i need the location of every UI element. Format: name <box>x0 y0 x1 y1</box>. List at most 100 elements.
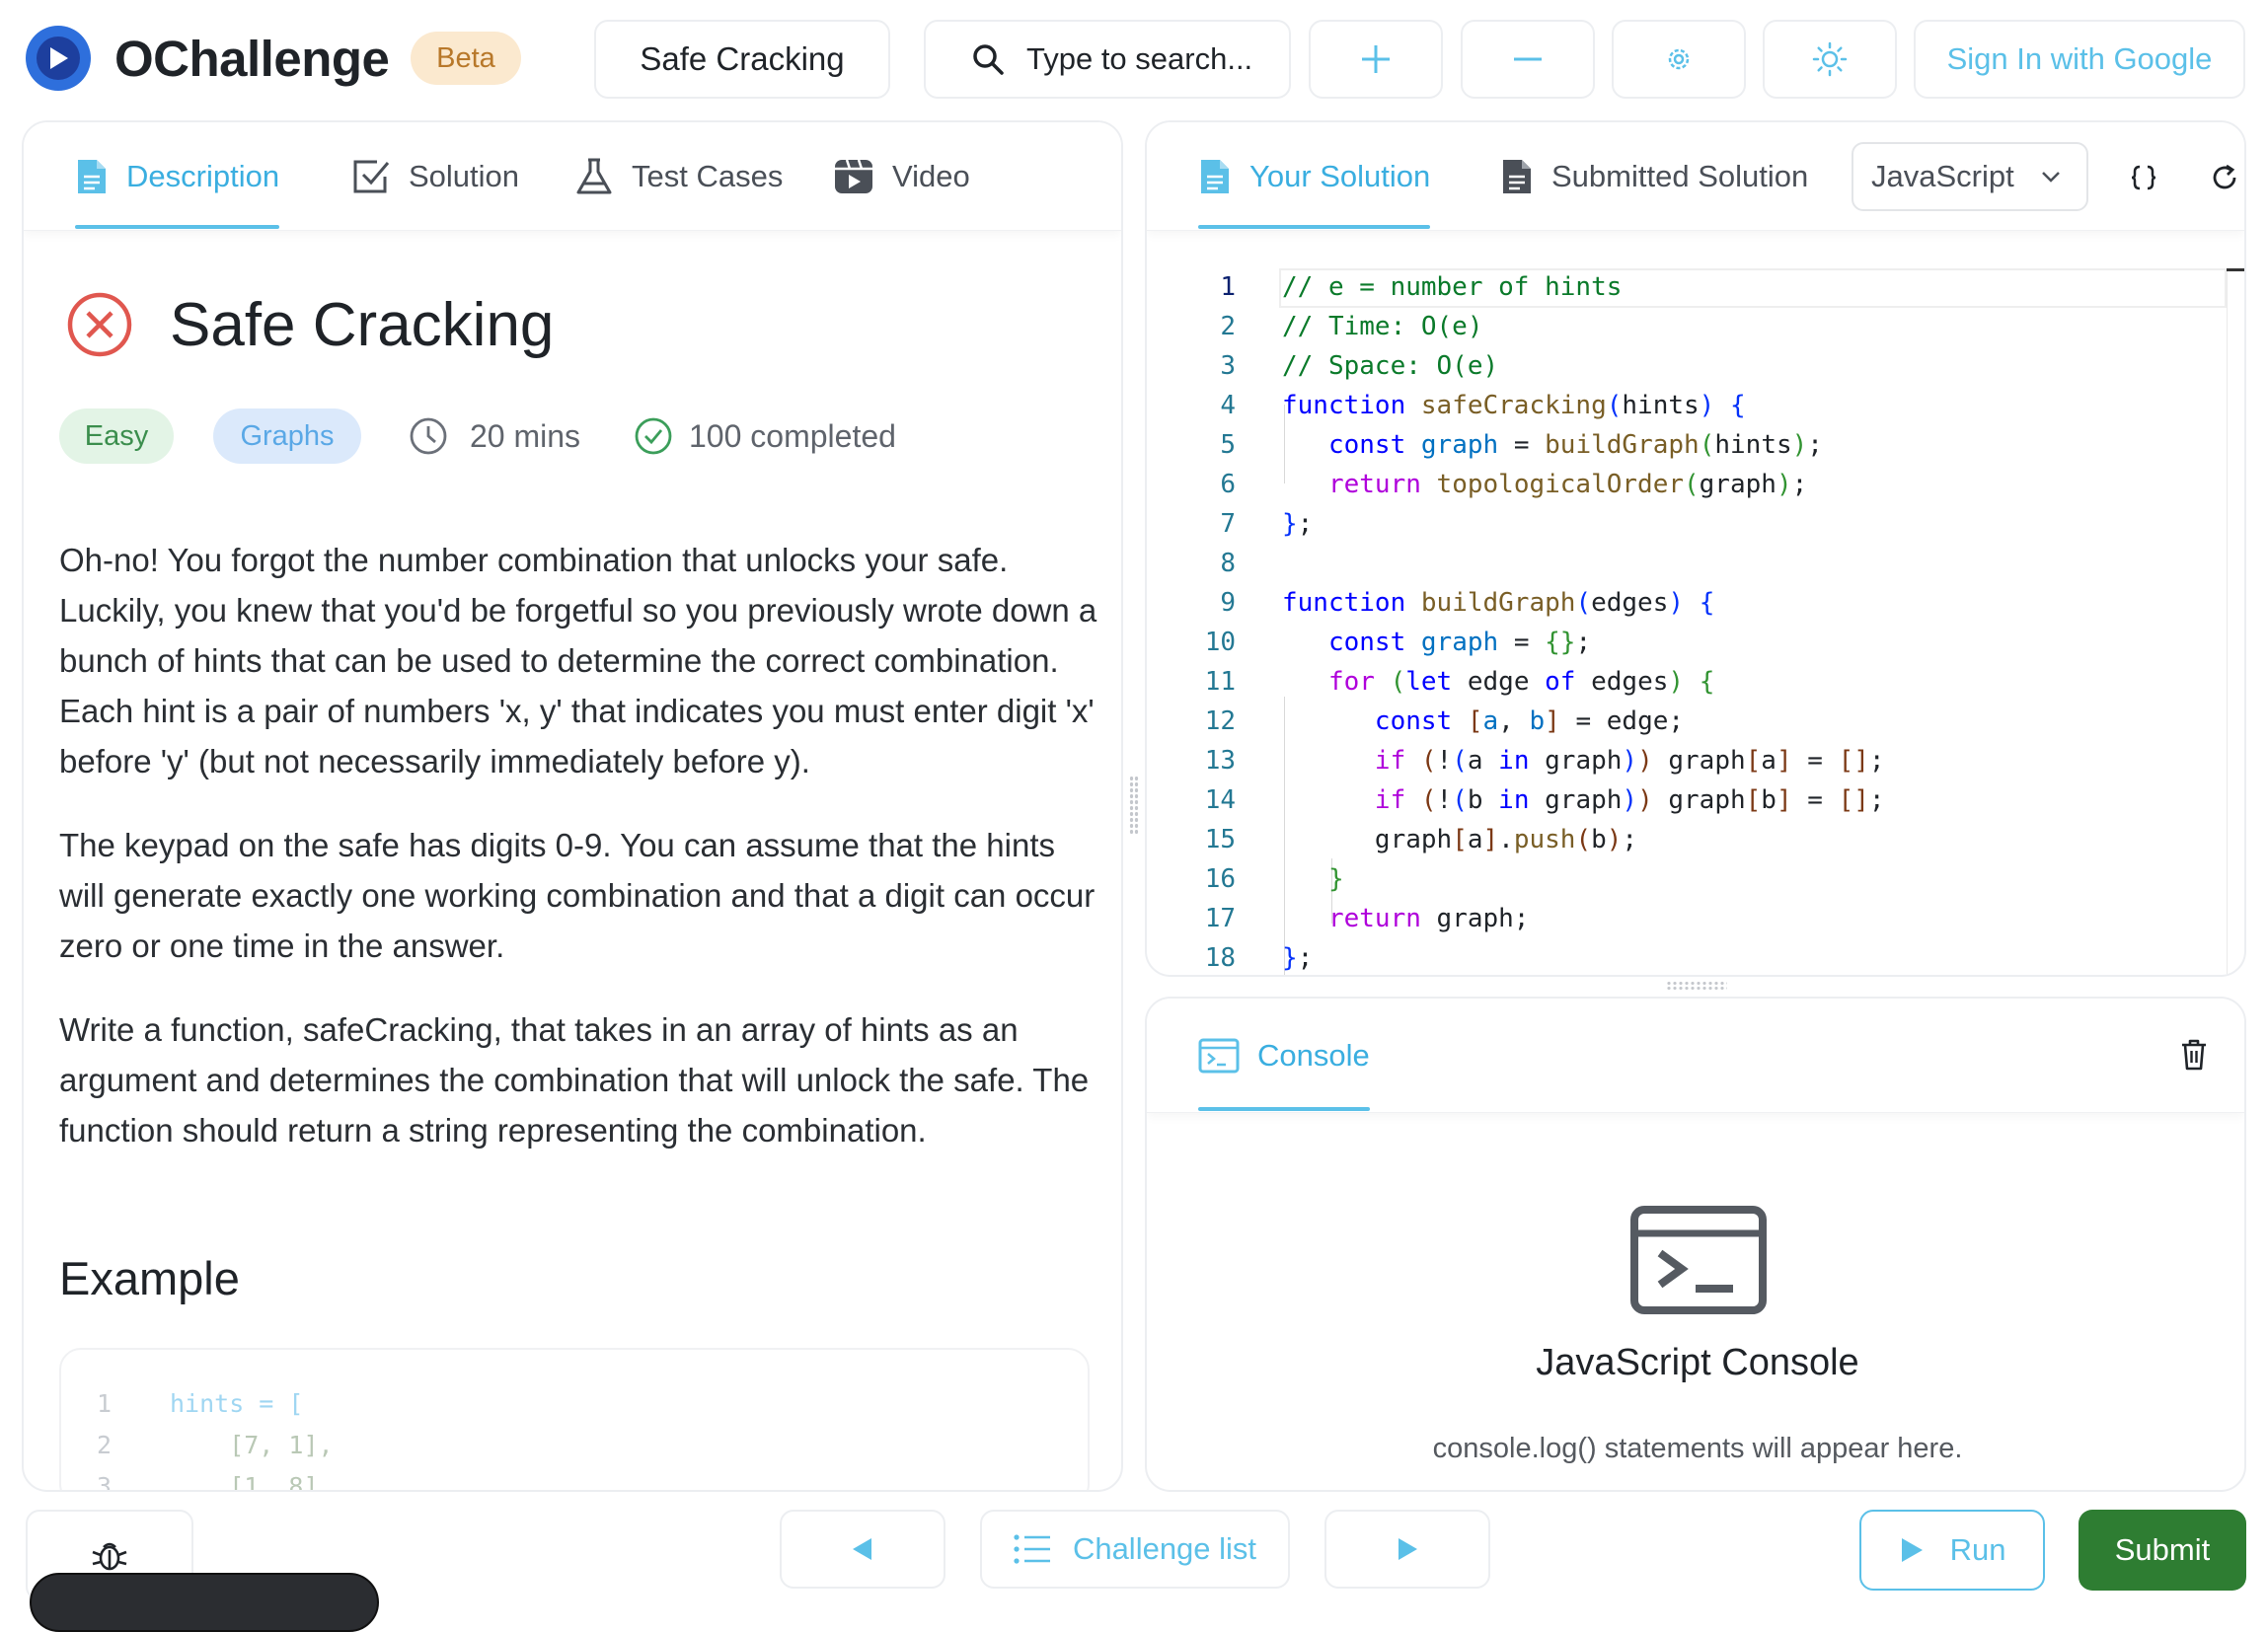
brand-name[interactable]: OChallenge <box>114 30 390 88</box>
code-line: } <box>1327 864 1344 894</box>
submit-button[interactable]: Submit <box>2079 1510 2246 1591</box>
search-icon <box>973 44 1004 75</box>
document-icon <box>1201 160 1229 193</box>
terminal-icon <box>1198 1038 1240 1074</box>
checkbox-icon <box>353 160 390 193</box>
search-placeholder: Type to search... <box>1026 41 1253 76</box>
editor-scrollbar[interactable] <box>2227 268 2244 975</box>
code-line: if (!(b in graph)) graph[b] = []; <box>1374 785 1885 815</box>
code-line: return graph; <box>1327 904 1530 933</box>
search-box[interactable]: Type to search... <box>924 20 1291 99</box>
duration-text: 20 mins <box>470 418 581 454</box>
format-code-button[interactable] <box>2124 158 2163 197</box>
code-line: function buildGraph(edges) { <box>1282 588 1715 618</box>
video-icon <box>835 159 872 193</box>
line-number: 18 <box>1204 943 1236 973</box>
line-number: 10 <box>1204 628 1236 657</box>
line-number: 5 <box>1220 430 1236 460</box>
example-line: [7, 1], <box>170 1431 334 1459</box>
sun-icon <box>1812 41 1848 77</box>
bug-icon <box>92 1542 127 1571</box>
line-number: 12 <box>1204 706 1236 736</box>
settings-button[interactable] <box>1612 20 1746 99</box>
example-line-number: 1 <box>97 1389 113 1418</box>
line-number: 4 <box>1220 391 1236 420</box>
line-number: 17 <box>1204 904 1236 933</box>
tab-test-cases-label: Test Cases <box>632 159 784 193</box>
line-number: 9 <box>1220 588 1236 618</box>
run-button[interactable]: Run <box>1859 1510 2045 1591</box>
example-line: [1, 8], <box>170 1472 334 1492</box>
problem-description: Oh-no! You forgot the number combination… <box>59 535 1105 1189</box>
tab-console[interactable]: Console <box>1198 999 1370 1113</box>
category-badge: Graphs <box>213 408 361 464</box>
console-panel: Console JavaScript Console console.log()… <box>1145 997 2246 1492</box>
example-heading: Example <box>59 1252 240 1304</box>
document-icon <box>1503 160 1531 193</box>
play-icon <box>1901 1538 1923 1562</box>
line-number: 15 <box>1204 825 1236 854</box>
code-line: for (let edge of edges) { <box>1327 667 1715 697</box>
editor-panel: Your Solution Submitted Solution JavaScr… <box>1145 120 2246 977</box>
theme-toggle-button[interactable] <box>1763 20 1897 99</box>
code-line: if (!(a in graph)) graph[a] = []; <box>1374 746 1885 776</box>
tab-your-solution[interactable]: Your Solution <box>1198 122 1431 231</box>
challenge-title-button[interactable]: Safe Cracking <box>594 20 890 99</box>
line-number: 13 <box>1204 746 1236 776</box>
next-challenge-button[interactable] <box>1324 1510 1490 1589</box>
list-icon <box>1014 1534 1050 1564</box>
challenge-list-button[interactable]: Challenge list <box>980 1510 1290 1589</box>
line-number: 11 <box>1204 667 1236 697</box>
code-line: function safeCracking(hints) { <box>1282 391 1746 420</box>
code-line: return topologicalOrder(graph); <box>1327 470 1808 499</box>
code-line: const graph = {}; <box>1327 628 1592 657</box>
tab-submitted-solution[interactable]: Submitted Solution <box>1500 122 1808 231</box>
line-number: 3 <box>1220 351 1236 381</box>
clear-console-button[interactable] <box>2179 1038 2213 1074</box>
challenge-list-label: Challenge list <box>1072 1531 1257 1566</box>
description-panel: Description Solution Test Cases Video Sa… <box>22 120 1123 1492</box>
braces-icon <box>2131 165 2156 190</box>
tab-test-cases[interactable]: Test Cases <box>574 122 783 231</box>
tab-video-label: Video <box>892 159 970 193</box>
completed-check-icon <box>635 417 672 455</box>
language-select[interactable]: JavaScript <box>1852 142 2088 211</box>
reset-code-button[interactable] <box>2205 158 2244 197</box>
sign-in-button[interactable]: Sign In with Google <box>1914 20 2245 99</box>
code-editor[interactable]: 1 2 3 4 5 6 7 8 9 10 11 12 13 14 15 16 17 18 // e = numbe… <box>1147 231 2244 975</box>
scroll-cursor-marker <box>2227 268 2244 271</box>
document-icon <box>78 160 106 193</box>
submit-label: Submit <box>2114 1532 2211 1567</box>
panel-resize-handle[interactable] <box>1129 776 1139 835</box>
zoom-in-button[interactable] <box>1309 20 1443 99</box>
challenge-title: Safe Cracking <box>640 40 845 77</box>
previous-challenge-button[interactable] <box>780 1510 945 1589</box>
line-number: 16 <box>1204 864 1236 894</box>
code-line: // e = number of hints <box>1282 272 1623 302</box>
code-line: }; <box>1282 509 1314 539</box>
line-number: 7 <box>1220 509 1236 539</box>
sign-in-label: Sign In with Google <box>1946 41 2213 76</box>
line-number: 14 <box>1204 785 1236 815</box>
flask-icon <box>576 158 612 194</box>
tab-your-solution-label: Your Solution <box>1249 159 1431 193</box>
code-line: }; <box>1282 943 1314 973</box>
minus-icon <box>1514 57 1542 61</box>
code-line: // Time: O(e) <box>1282 312 1483 341</box>
chevron-down-icon <box>2041 172 2060 183</box>
devtools-overlay[interactable] <box>30 1573 379 1632</box>
triangle-left-icon <box>853 1538 871 1560</box>
problem-title: Safe Cracking <box>170 291 555 359</box>
code-line: graph[a].push(b); <box>1282 825 1638 854</box>
editor-console-resize-handle[interactable] <box>1666 981 1727 991</box>
tab-description[interactable]: Description <box>75 122 280 231</box>
tab-description-label: Description <box>126 159 280 193</box>
beta-badge: Beta <box>411 32 521 85</box>
code-line: // Space: O(e) <box>1282 351 1499 381</box>
tab-solution[interactable]: Solution <box>351 122 519 231</box>
tab-video[interactable]: Video <box>833 122 970 231</box>
triangle-right-icon <box>1399 1538 1417 1560</box>
tab-console-label: Console <box>1257 1038 1370 1073</box>
zoom-out-button[interactable] <box>1461 20 1595 99</box>
logo-icon[interactable] <box>26 26 91 91</box>
